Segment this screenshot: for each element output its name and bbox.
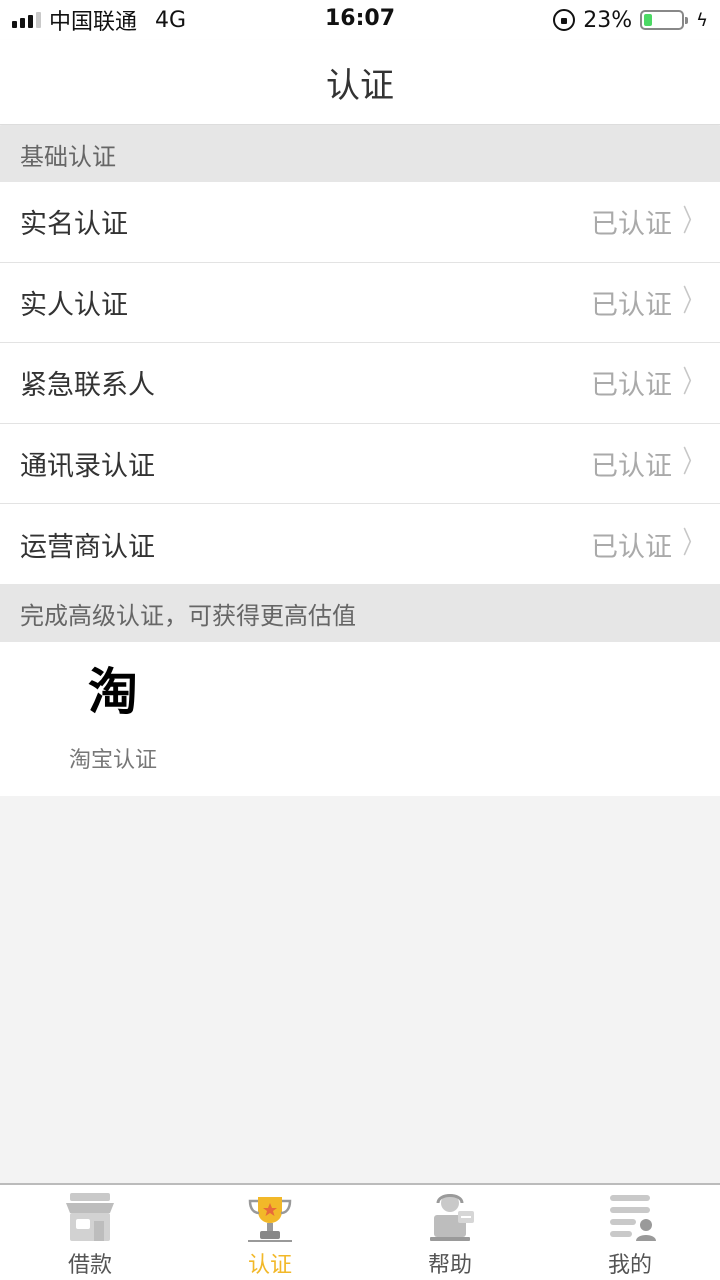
page-title: 认证	[326, 65, 394, 106]
basic-verification-list: 实名认证 已认证 〉 实人认证 已认证 〉 紧急联系人 已认证 〉 通讯录认证 …	[0, 182, 720, 585]
tab-bar: 借款 认证 帮助 我的	[0, 1183, 720, 1280]
status-right: 23% ϟ	[553, 6, 708, 34]
list-item-carrier[interactable]: 运营商认证 已认证 〉	[0, 504, 720, 585]
list-item-label: 紧急联系人	[20, 370, 155, 402]
battery-percent: 23%	[583, 7, 633, 33]
status-text: 已认证	[591, 450, 672, 482]
chevron-right-icon: 〉	[682, 526, 704, 562]
advanced-verification-grid: 淘 淘宝认证	[0, 642, 720, 796]
tab-label: 借款	[67, 1253, 112, 1278]
section-header-basic: 基础认证	[0, 126, 720, 182]
tab-label: 帮助	[427, 1253, 472, 1278]
status-bar: 中国联通 4G 16:07 23% ϟ	[0, 0, 720, 40]
support-icon	[430, 1194, 474, 1241]
status-text: 已认证	[591, 531, 672, 563]
battery-icon	[640, 10, 689, 30]
tab-label: 认证	[247, 1253, 292, 1278]
list-item-label: 实名认证	[20, 209, 128, 241]
chevron-right-icon: 〉	[682, 445, 704, 481]
rotation-lock-icon	[553, 9, 576, 31]
trophy-icon	[248, 1197, 292, 1242]
list-item-right: 已认证 〉	[591, 283, 708, 322]
chevron-right-icon: 〉	[682, 284, 704, 320]
taobao-verification-label: 淘宝认证	[68, 748, 157, 773]
tab-label: 我的	[607, 1253, 652, 1278]
charging-icon: ϟ	[696, 9, 708, 31]
battery-level-fill	[644, 14, 653, 26]
section-header-advanced: 完成高级认证，可获得更高估值	[0, 584, 720, 642]
nav-bar: 认证	[0, 40, 720, 125]
taobao-verification-button[interactable]: 淘 淘宝认证	[40, 660, 186, 774]
tab-help[interactable]: 帮助	[360, 1185, 540, 1280]
list-item-label: 运营商认证	[20, 531, 155, 563]
list-item-label: 通讯录认证	[20, 450, 155, 482]
shop-icon	[66, 1193, 114, 1241]
list-item-contacts[interactable]: 通讯录认证 已认证 〉	[0, 424, 720, 504]
profile-list-icon	[610, 1195, 656, 1241]
list-item-right: 已认证 〉	[591, 202, 708, 241]
list-item-face[interactable]: 实人认证 已认证 〉	[0, 263, 720, 343]
list-item-emergency-contact[interactable]: 紧急联系人 已认证 〉	[0, 343, 720, 424]
list-item-right: 已认证 〉	[591, 363, 708, 402]
list-item-label: 实人认证	[20, 289, 128, 321]
chevron-right-icon: 〉	[682, 203, 704, 239]
status-text: 已认证	[591, 209, 672, 241]
taobao-logo-icon: 淘	[88, 662, 138, 721]
tab-mine[interactable]: 我的	[540, 1185, 720, 1280]
list-item-right: 已认证 〉	[591, 525, 708, 564]
status-text: 已认证	[591, 289, 672, 321]
status-text: 已认证	[591, 370, 672, 402]
tab-loan[interactable]: 借款	[0, 1185, 180, 1280]
tab-verify[interactable]: 认证	[180, 1185, 360, 1280]
chevron-right-icon: 〉	[682, 364, 704, 400]
list-item-real-name[interactable]: 实名认证 已认证 〉	[0, 182, 720, 263]
list-item-right: 已认证 〉	[591, 444, 708, 483]
